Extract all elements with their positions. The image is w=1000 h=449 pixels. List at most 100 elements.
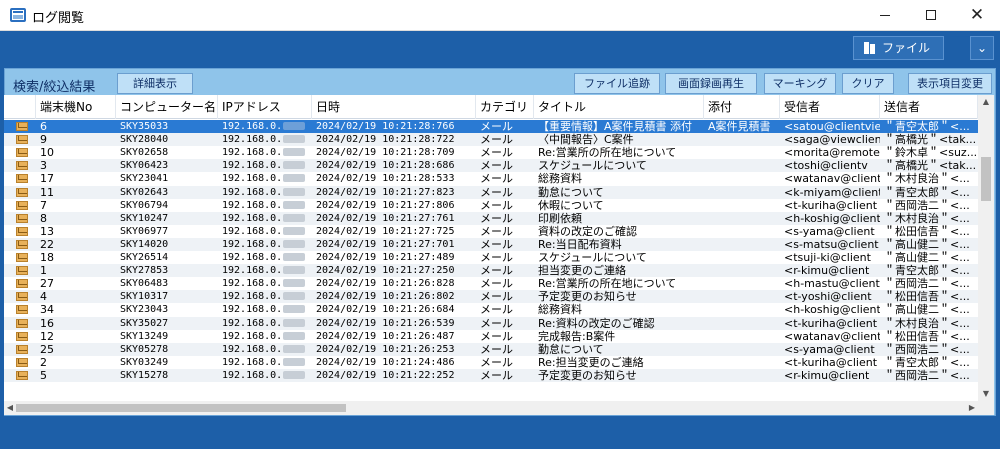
- cell-category: メール: [480, 316, 513, 330]
- mail-icon: [16, 122, 28, 131]
- table-row[interactable]: 4 SKY10317 192.168.0. 2024/02/19 10:21:26:8…: [4, 290, 978, 304]
- cell-attachment: [704, 356, 780, 369]
- cell-ip-address: 192.168.0.: [218, 146, 312, 159]
- cell-ip-address: 192.168.0.: [218, 172, 312, 185]
- table-row[interactable]: 34 SKY23043 192.168.0. 2024/02/19 10:21:26:…: [4, 303, 978, 316]
- cell-terminal-no: 17: [40, 172, 54, 186]
- screen-record-play-button[interactable]: 画面録画再生: [665, 73, 757, 94]
- cell-category: メール: [480, 251, 513, 264]
- header-icon-col[interactable]: [4, 95, 36, 119]
- header-ip-address[interactable]: IPアドレス: [218, 95, 312, 119]
- cell-title: 担当変更のご連絡: [538, 264, 626, 278]
- mail-icon: [16, 357, 28, 367]
- log-viewer-window: ログ閲覧 ✕ ファイル ⌄ 検索/絞込結果 詳細表示 ファイル追跡 画面録画再生…: [0, 0, 1000, 449]
- file-trace-button[interactable]: ファイル追跡: [574, 73, 660, 94]
- file-menu-label: ファイル: [882, 41, 931, 55]
- table-row[interactable]: 2 SKY03249 192.168.0. 2024/02/19 10:21:24:4…: [4, 356, 978, 369]
- horizontal-scrollbar[interactable]: ◀ ▶: [4, 401, 978, 415]
- header-attachment[interactable]: 添付: [704, 95, 780, 119]
- cell-terminal-no: 12: [40, 329, 54, 343]
- scroll-left-icon[interactable]: ◀: [4, 401, 16, 415]
- maximize-button[interactable]: [908, 0, 954, 31]
- table-row[interactable]: 3 SKY06423 192.168.0. 2024/02/19 10:21:28:6…: [4, 159, 978, 173]
- cell-category: メール: [480, 277, 513, 291]
- header-recipient[interactable]: 受信者: [780, 95, 880, 119]
- table-row[interactable]: 17 SKY23041 192.168.0. 2024/02/19 10:21:28:…: [4, 172, 978, 185]
- table-row[interactable]: 9 SKY28040 192.168.0. 2024/02/19 10:21:28:7…: [4, 133, 978, 147]
- ip-prefix: 192.168.0.: [222, 265, 283, 277]
- cell-category: メール: [480, 211, 513, 225]
- table-row[interactable]: 25 SKY05278 192.168.0. 2024/02/19 10:21:26:…: [4, 342, 978, 356]
- table-row[interactable]: 5 SKY15278 192.168.0. 2024/02/19 10:21:22:2…: [4, 368, 978, 382]
- table-row[interactable]: 10 SKY02658 192.168.0. 2024/02/19 10:21:28:…: [4, 146, 978, 159]
- clear-button[interactable]: クリア: [842, 73, 894, 94]
- cell-attachment: [704, 159, 780, 172]
- table-row[interactable]: 13 SKY06977 192.168.0. 2024/02/19 10:21:27:…: [4, 225, 978, 238]
- horizontal-scroll-thumb[interactable]: [16, 404, 346, 412]
- cell-datetime: 2024/02/19 10:21:26:539: [316, 317, 455, 329]
- cell-category: メール: [480, 185, 513, 199]
- vertical-scrollbar[interactable]: ▲ ▼: [978, 95, 994, 401]
- table-row[interactable]: 18 SKY26514 192.168.0. 2024/02/19 10:21:27:…: [4, 251, 978, 264]
- cell-title: Re:営業所の所在地について: [538, 277, 677, 291]
- cell-sender: ＂高橋光＂<tak...: [884, 159, 977, 173]
- cell-recipient: <morita@remote...: [784, 146, 880, 160]
- cell-title: 総務資料: [538, 303, 582, 317]
- cell-category: メール: [480, 237, 513, 251]
- cell-category: メール: [480, 159, 513, 173]
- header-category[interactable]: カテゴリ: [476, 95, 534, 119]
- table-row[interactable]: 27 SKY06483 192.168.0. 2024/02/19 10:21:26:…: [4, 277, 978, 290]
- ip-prefix: 192.168.0.: [222, 199, 283, 211]
- cell-recipient: <h-koshig@client: [784, 211, 880, 225]
- cell-sender: ＂高橋光＂<tak...: [884, 133, 977, 147]
- minimize-button[interactable]: [862, 0, 908, 31]
- cell-ip-address: 192.168.0.: [218, 199, 312, 212]
- expand-dropdown-button[interactable]: ⌄: [970, 36, 994, 60]
- cell-category: メール: [480, 120, 513, 133]
- cell-attachment: [704, 290, 780, 303]
- cell-computer-name: SKY14020: [120, 238, 169, 250]
- marking-button[interactable]: マーキング: [764, 73, 836, 94]
- cell-ip-address: 192.168.0.: [218, 330, 312, 343]
- scroll-right-icon[interactable]: ▶: [966, 401, 978, 415]
- table-row[interactable]: 6 SKY35033 192.168.0. 2024/02/19 10:21:28:7…: [4, 120, 978, 134]
- header-datetime[interactable]: 日時: [312, 95, 476, 119]
- cell-computer-name: SKY06977: [120, 225, 169, 237]
- cell-terminal-no: 6: [40, 120, 47, 133]
- cell-sender: ＂青空太郎＂<...: [884, 120, 970, 133]
- table-header: 端末機No コンピューター名 IPアドレス 日時 カテゴリ タイトル 添付 受信…: [4, 95, 978, 119]
- table-row[interactable]: 16 SKY35027 192.168.0. 2024/02/19 10:21:26:…: [4, 316, 978, 330]
- maximize-icon: [926, 10, 936, 20]
- masked-ip-octet: [283, 174, 306, 183]
- cell-ip-address: 192.168.0.: [218, 120, 312, 133]
- cell-sender: ＂木村良治＂<...: [884, 211, 970, 225]
- table-row[interactable]: 8 SKY10247 192.168.0. 2024/02/19 10:21:27:7…: [4, 211, 978, 225]
- cell-terminal-no: 3: [40, 159, 47, 173]
- vertical-scroll-thumb[interactable]: [981, 157, 991, 201]
- cell-sender: ＂青空太郎＂<...: [884, 264, 970, 278]
- scroll-up-icon[interactable]: ▲: [978, 95, 994, 109]
- header-terminal-no[interactable]: 端末機No: [36, 95, 116, 119]
- detail-view-button[interactable]: 詳細表示: [117, 73, 193, 94]
- cell-ip-address: 192.168.0.: [218, 133, 312, 146]
- table-row[interactable]: 1 SKY27853 192.168.0. 2024/02/19 10:21:27:2…: [4, 264, 978, 278]
- cell-attachment: [704, 238, 780, 251]
- masked-ip-octet: [283, 357, 306, 366]
- table-row[interactable]: 7 SKY06794 192.168.0. 2024/02/19 10:21:27:8…: [4, 199, 978, 212]
- ip-prefix: 192.168.0.: [222, 369, 283, 381]
- header-title[interactable]: タイトル: [534, 95, 704, 119]
- cell-computer-name: SKY10247: [120, 212, 169, 224]
- table-row[interactable]: 22 SKY14020 192.168.0. 2024/02/19 10:21:27:…: [4, 237, 978, 251]
- column-settings-button[interactable]: 表示項目変更: [908, 73, 992, 94]
- close-button[interactable]: ✕: [954, 0, 1000, 31]
- cell-computer-name: SKY23043: [120, 304, 169, 316]
- cell-computer-name: SKY06794: [120, 199, 169, 211]
- table-row[interactable]: 11 SKY02643 192.168.0. 2024/02/19 10:21:27:…: [4, 185, 978, 199]
- scroll-down-icon[interactable]: ▼: [978, 387, 994, 401]
- ip-prefix: 192.168.0.: [222, 121, 283, 132]
- cell-title: 資料の改定のご確認: [538, 224, 637, 238]
- header-computer-name[interactable]: コンピューター名: [116, 95, 218, 119]
- table-row[interactable]: 12 SKY13249 192.168.0. 2024/02/19 10:21:26:…: [4, 330, 978, 343]
- file-menu-button[interactable]: ファイル: [853, 36, 944, 60]
- header-sender[interactable]: 送信者: [880, 95, 978, 119]
